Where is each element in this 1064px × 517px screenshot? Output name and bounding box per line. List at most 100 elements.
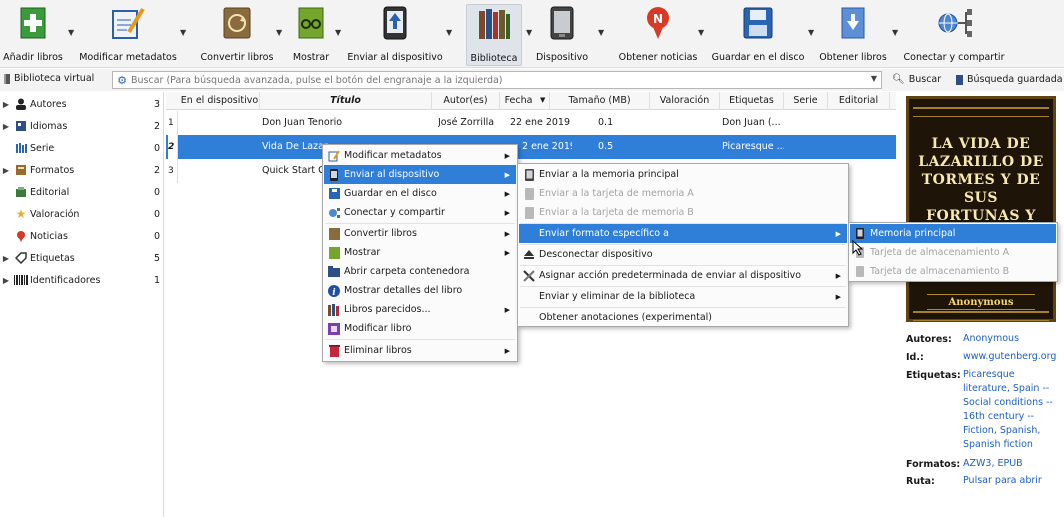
menu-item-connect-share[interactable]: Conectar y compartir ▶ xyxy=(324,203,516,222)
tag-category-news[interactable]: Noticias 0 xyxy=(0,226,164,246)
menu-item-show-book-details[interactable]: i Mostrar detalles del libro xyxy=(324,281,516,300)
send-device-dropdown-icon[interactable]: ▼ xyxy=(446,28,452,37)
gear-icon[interactable]: ⚙ xyxy=(113,74,131,87)
menu-item-send-card-b[interactable]: Enviar a la tarjeta de memoria B xyxy=(519,203,847,222)
submenu-arrow-icon: ▶ xyxy=(504,189,510,198)
expand-arrow-icon[interactable]: ▶ xyxy=(0,122,12,131)
edit-metadata-icon xyxy=(324,149,344,162)
formats-label: Formatos: xyxy=(906,459,961,470)
save-to-disk-button[interactable]: Guardar en el disco xyxy=(712,4,804,66)
book-size: 0.5 xyxy=(598,141,614,152)
add-books-button[interactable]: Añadir libros xyxy=(3,4,63,66)
formats-icon xyxy=(12,164,30,176)
authors-link[interactable]: Anonymous xyxy=(963,332,1063,346)
tag-category-authors[interactable]: ▶ Autores 3 xyxy=(0,94,164,114)
menu-item-default-send-action[interactable]: Asignar acción predeterminada de enviar … xyxy=(519,266,847,285)
view-dropdown-icon[interactable]: ▼ xyxy=(335,28,341,37)
tag-category-languages[interactable]: ▶ Idiomas 2 xyxy=(0,116,164,136)
expand-arrow-icon[interactable]: ▶ xyxy=(0,254,12,263)
menu-item-edit-book[interactable]: Modificar libro xyxy=(324,319,516,338)
search-history-dropdown-icon[interactable]: ▼ xyxy=(871,74,877,83)
menu-item-open-folder[interactable]: Abrir carpeta contenedora xyxy=(324,262,516,281)
expand-arrow-icon[interactable]: ▶ xyxy=(0,166,12,175)
submenu-arrow-icon: ▶ xyxy=(504,208,510,217)
column-header-size[interactable]: Tamaño (MB) xyxy=(550,92,650,110)
search-field[interactable]: ⚙ ▼ xyxy=(112,71,882,89)
menu-item-label: Mostrar detalles del libro xyxy=(344,285,463,296)
news-dropdown-icon[interactable]: ▼ xyxy=(698,28,704,37)
tags-links[interactable]: Picaresque literature, Spain -- Social c… xyxy=(963,368,1063,452)
edit-metadata-dropdown-icon[interactable]: ▼ xyxy=(180,28,186,37)
menu-item-convert-books[interactable]: Convertir libros ▶ xyxy=(324,224,516,243)
saved-search-button[interactable]: Búsqueda guardada xyxy=(956,74,1063,85)
fetch-news-button[interactable]: N Obtener noticias xyxy=(619,4,697,66)
menu-item-save-to-disk[interactable]: Guardar en el disco ▶ xyxy=(324,184,516,203)
column-header-on-device[interactable]: En el dispositivo xyxy=(180,92,260,110)
device-dropdown-icon[interactable]: ▼ xyxy=(598,28,604,37)
cover-ornament xyxy=(913,311,1049,321)
menu-item-fetch-annotations[interactable]: Obtener anotaciones (experimental) xyxy=(519,308,847,327)
get-books-button[interactable]: Obtener libros xyxy=(819,4,887,66)
column-header-authors[interactable]: Autor(es) xyxy=(432,92,500,110)
search-input[interactable] xyxy=(131,74,851,86)
view-button[interactable]: Mostrar xyxy=(290,4,332,66)
menu-item-send-to-device[interactable]: Enviar al dispositivo ▶ xyxy=(324,165,516,184)
save-dropdown-icon[interactable]: ▼ xyxy=(808,28,814,37)
menu-item-label: Conectar y compartir xyxy=(344,207,445,218)
tag-category-series[interactable]: Serie 0 xyxy=(0,138,164,158)
virtual-library-button[interactable]: Biblioteca virtual xyxy=(4,73,94,84)
menu-item-delete-books[interactable]: Eliminar libros ▶ xyxy=(324,341,516,360)
column-header-series[interactable]: Serie xyxy=(784,92,828,110)
tag-category-formats[interactable]: ▶ Formatos 2 xyxy=(0,160,164,180)
device-button[interactable]: Dispositivo xyxy=(536,4,588,66)
library-dropdown-icon[interactable]: ▼ xyxy=(526,28,532,37)
menu-item-disconnect-device[interactable]: Desconectar dispositivo xyxy=(519,245,847,264)
column-header-title[interactable]: Título xyxy=(260,92,432,110)
menu-item-similar-books[interactable]: Libros parecidos... ▶ xyxy=(324,300,516,319)
table-row[interactable]: 1 Don Juan Tenorio José Zorrilla 22 ene … xyxy=(166,111,896,135)
get-books-dropdown-icon[interactable]: ▼ xyxy=(892,28,898,37)
path-link[interactable]: Pulsar para abrir xyxy=(963,474,1063,488)
menu-item-send-main-memory[interactable]: Enviar a la memoria principal xyxy=(519,165,847,184)
column-header-tags[interactable]: Etiquetas xyxy=(720,92,784,110)
menu-item-edit-metadata[interactable]: Modificar metadatos ▶ xyxy=(324,146,516,165)
expand-arrow-icon[interactable]: ▶ xyxy=(0,100,12,109)
tag-category-publisher[interactable]: Editorial 0 xyxy=(0,182,164,202)
menu-item-format-card-a[interactable]: Tarjeta de almacenamiento A xyxy=(850,243,1056,262)
tag-category-count: 3 xyxy=(153,98,160,110)
formats-link[interactable]: AZW3, EPUB xyxy=(963,457,1063,471)
library-button[interactable]: Biblioteca xyxy=(466,4,522,66)
view-icon xyxy=(293,4,329,42)
folder-icon xyxy=(324,266,344,277)
menu-item-view[interactable]: Mostrar ▶ xyxy=(324,243,516,262)
tag-category-tags[interactable]: ▶ Etiquetas 5 xyxy=(0,248,164,268)
table-row-selected[interactable]: 2 Vida De Lazar 2 ene 2019 0.5 Picaresqu… xyxy=(166,135,896,159)
convert-books-label: Convertir libros xyxy=(200,52,274,63)
send-to-device-button[interactable]: Enviar al dispositivo xyxy=(347,4,443,66)
menu-item-send-and-delete[interactable]: Enviar y eliminar de la biblioteca ▶ xyxy=(519,287,847,306)
edit-metadata-button[interactable]: Modificar metadatos xyxy=(79,4,177,66)
book-author: José Zorrilla xyxy=(438,117,495,128)
menu-item-format-card-b[interactable]: Tarjeta de almacenamiento B xyxy=(850,262,1056,281)
column-header-publisher[interactable]: Editorial xyxy=(828,92,890,110)
barcode-icon xyxy=(12,275,30,285)
tag-category-identifiers[interactable]: ▶ Identificadores 1 xyxy=(0,270,164,290)
id-label: Id.: xyxy=(906,352,924,363)
column-header-rating[interactable]: Valoración xyxy=(650,92,720,110)
menu-item-label: Enviar a la tarjeta de memoria A xyxy=(539,188,694,199)
tag-category-count: 5 xyxy=(153,252,160,264)
menu-item-send-specific-format[interactable]: Enviar formato específico a ▶ xyxy=(519,224,847,243)
submenu-arrow-icon: ▶ xyxy=(504,248,510,257)
convert-dropdown-icon[interactable]: ▼ xyxy=(276,28,282,37)
book-cover[interactable]: LA VIDA DE LAZARILLO DE TORMES Y DE SUS … xyxy=(906,96,1056,322)
menu-item-format-main-memory[interactable]: Memoria principal xyxy=(850,224,1056,243)
search-button[interactable]: 🔍︎ Buscar xyxy=(892,74,941,85)
convert-books-button[interactable]: Convertir libros xyxy=(200,4,274,66)
id-link[interactable]: www.gutenberg.org xyxy=(963,350,1063,364)
expand-arrow-icon[interactable]: ▶ xyxy=(0,276,12,285)
tag-category-rating[interactable]: ★ Valoración 0 xyxy=(0,204,164,224)
add-books-dropdown-icon[interactable]: ▼ xyxy=(68,28,74,37)
convert-icon xyxy=(219,4,255,42)
connect-share-button[interactable]: Conectar y compartir xyxy=(904,4,1004,66)
menu-item-send-card-a[interactable]: Enviar a la tarjeta de memoria A xyxy=(519,184,847,203)
